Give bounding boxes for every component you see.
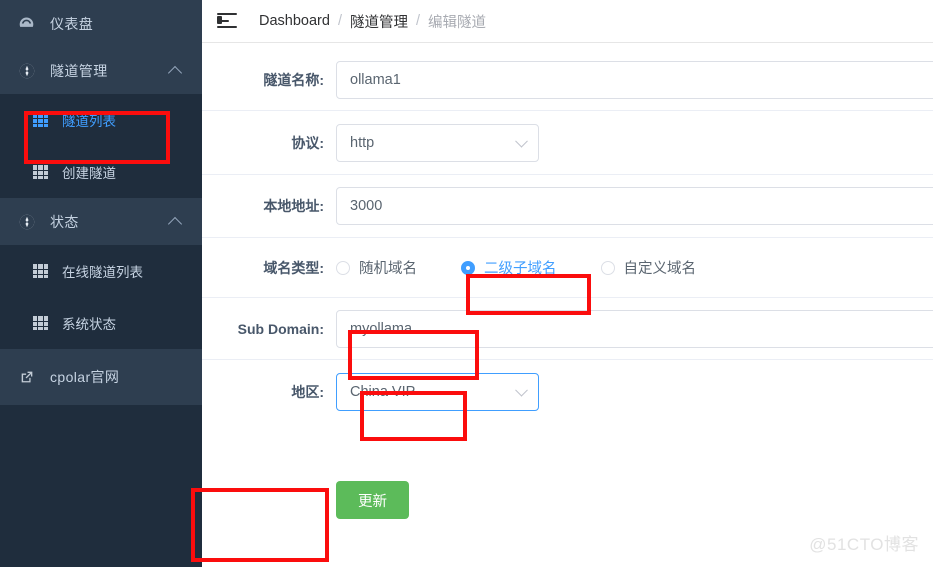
chevron-down-icon: [515, 134, 528, 148]
form-row-region: 地区: China VIP: [202, 360, 933, 424]
domain-type-label: 域名类型:: [263, 259, 324, 276]
sub-domain-input[interactable]: myollama: [336, 309, 933, 348]
sidebar-item-label: cpolar官网: [50, 369, 120, 385]
sidebar-item-online-tunnel-list[interactable]: 在线隧道列表: [0, 245, 202, 297]
app-root: 仪表盘 隧道管理 隧道列表 创建隧道 状态 在线隧道列表 系统状态 cpolar…: [0, 0, 933, 567]
protocol-select-value: http: [350, 134, 375, 151]
radio-subdomain[interactable]: 二级子域名: [461, 257, 557, 278]
sidebar-group-label: 隧道管理: [50, 62, 108, 79]
watermark: @51CTO博客: [809, 535, 919, 554]
local-address-input[interactable]: 3000: [336, 187, 933, 225]
sidebar-item-cpolar-website[interactable]: cpolar官网: [0, 349, 202, 405]
compass-icon: [17, 212, 36, 231]
tunnel-name-input[interactable]: ollama1: [336, 60, 933, 99]
form-row-local-address: 本地地址: 3000: [202, 175, 933, 238]
sidebar-item-label: 创建隧道: [62, 166, 116, 181]
topbar: Dashboard / 隧道管理 / 编辑隧道: [202, 0, 933, 43]
region-label: 地区:: [291, 384, 324, 400]
sidebar-group-tunnel-management[interactable]: 隧道管理: [0, 47, 202, 94]
main-content: Dashboard / 隧道管理 / 编辑隧道 隧道名称: ollama1 协议…: [202, 0, 933, 567]
radio-label: 二级子域名: [484, 261, 557, 277]
chevron-up-icon: [167, 216, 183, 231]
sidebar-group-label: 状态: [50, 213, 79, 230]
radio-dot-icon: [336, 260, 350, 275]
grid-icon: [32, 112, 49, 129]
sidebar-item-label: 隧道列表: [62, 114, 116, 129]
sidebar-item-label: 在线隧道列表: [62, 265, 143, 280]
tunnel-name-label: 隧道名称:: [263, 71, 324, 88]
form-row-protocol: 协议: http: [202, 111, 933, 175]
sidebar-item-create-tunnel[interactable]: 创建隧道: [0, 146, 202, 198]
sidebar: 仪表盘 隧道管理 隧道列表 创建隧道 状态 在线隧道列表 系统状态 cpolar…: [0, 0, 202, 567]
compass-icon: [17, 61, 36, 80]
protocol-select[interactable]: http: [336, 123, 539, 162]
local-address-label: 本地地址:: [263, 198, 324, 214]
fold-menu-icon[interactable]: [217, 13, 237, 29]
dashboard-icon: [17, 14, 36, 33]
radio-label: 随机域名: [359, 261, 417, 277]
form-row-submit: 更新: [202, 470, 933, 530]
sidebar-item-label: 仪表盘: [50, 15, 94, 32]
radio-custom-domain[interactable]: 自定义域名: [600, 257, 697, 278]
region-select[interactable]: China VIP: [336, 373, 539, 411]
sidebar-item-tunnel-list[interactable]: 隧道列表: [0, 94, 202, 146]
form-row-sub-domain: Sub Domain: myollama: [202, 298, 933, 360]
breadcrumb-item-dashboard[interactable]: Dashboard: [259, 13, 330, 29]
radio-dot-icon: [600, 260, 615, 275]
chevron-up-icon: [167, 65, 183, 80]
breadcrumb-item-tunnel-management[interactable]: 隧道管理: [350, 11, 408, 32]
domain-type-radio-group: 随机域名 二级子域名 自定义域名: [336, 257, 730, 278]
chevron-down-icon: [515, 383, 528, 397]
breadcrumb: Dashboard / 隧道管理 / 编辑隧道: [259, 11, 486, 32]
grid-icon: [32, 164, 49, 181]
sidebar-submenu-status: 在线隧道列表 系统状态: [0, 245, 202, 349]
breadcrumb-item-edit-tunnel: 编辑隧道: [428, 14, 486, 31]
sidebar-item-label: 系统状态: [62, 317, 116, 332]
sub-domain-label: Sub Domain:: [237, 320, 324, 337]
breadcrumb-separator: /: [337, 13, 342, 29]
sidebar-item-system-status[interactable]: 系统状态: [0, 297, 202, 349]
edit-tunnel-form: 隧道名称: ollama1 协议: http 本地地址: 3000 域名类型: …: [202, 43, 933, 530]
radio-label: 自定义域名: [623, 261, 697, 277]
sidebar-group-status[interactable]: 状态: [0, 198, 202, 245]
grid-icon: [32, 315, 49, 332]
external-link-icon: [17, 368, 36, 387]
breadcrumb-separator: /: [415, 13, 420, 29]
radio-dot-icon: [461, 260, 475, 275]
region-select-value: China VIP: [350, 384, 416, 400]
grid-icon: [32, 263, 49, 280]
form-row-domain-type: 域名类型: 随机域名 二级子域名 自定义域名: [202, 238, 933, 298]
protocol-label: 协议:: [291, 134, 324, 151]
form-row-tunnel-name: 隧道名称: ollama1: [202, 49, 933, 111]
sidebar-submenu-tunnel: 隧道列表 创建隧道: [0, 94, 202, 198]
update-button[interactable]: 更新: [336, 481, 409, 519]
sidebar-item-dashboard[interactable]: 仪表盘: [0, 0, 202, 47]
radio-random-domain[interactable]: 随机域名: [336, 257, 417, 278]
